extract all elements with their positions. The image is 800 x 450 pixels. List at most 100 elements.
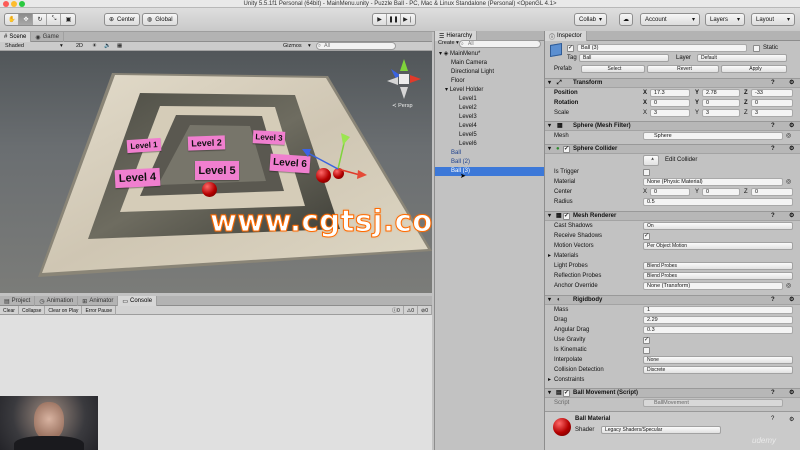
collider-material-field[interactable]: None (Physic Material) xyxy=(643,178,783,186)
gear-icon[interactable]: ⚙ xyxy=(789,79,794,88)
cloud-button[interactable]: ☁ xyxy=(619,13,633,26)
materials-row[interactable]: ▸ Materials xyxy=(545,252,800,261)
angular-drag-field[interactable]: 0.3 xyxy=(643,326,793,334)
center-z-field[interactable]: 0 xyxy=(751,188,793,196)
position-z-field[interactable]: -33 xyxy=(751,89,793,97)
move-handle-gizmo[interactable] xyxy=(0,51,432,293)
hierarchy-scene-root[interactable]: ▾ ◈ MainMenu* xyxy=(435,50,544,59)
help-icon[interactable]: ? xyxy=(771,79,775,88)
prefab-apply-button[interactable]: Apply xyxy=(721,65,787,73)
scene-orientation-gizmo[interactable] xyxy=(383,57,425,109)
step-button[interactable]: ▶❘ xyxy=(401,14,415,25)
cast-shadows-dropdown[interactable]: On xyxy=(643,222,793,230)
hierarchy-item-ball[interactable]: Ball xyxy=(435,149,544,158)
reflection-probes-dropdown[interactable]: Blend Probes xyxy=(643,272,793,280)
pivot-global-toggle[interactable]: ◍ Global xyxy=(142,13,178,26)
mesh-field[interactable]: Sphere xyxy=(643,132,783,140)
hand-tool-button[interactable]: ✋ xyxy=(5,14,20,25)
hierarchy-item-directional-light[interactable]: Directional Light xyxy=(435,68,544,77)
error-pause-button[interactable]: Error Pause xyxy=(82,306,117,315)
gear-icon[interactable]: ⚙ xyxy=(789,416,794,423)
rotation-x-field[interactable]: 0 xyxy=(650,99,690,107)
object-picker-icon[interactable]: ◎ xyxy=(786,282,791,291)
hierarchy-item-level4[interactable]: Level4 xyxy=(435,122,544,131)
light-probes-dropdown[interactable]: Blend Probes xyxy=(643,262,793,270)
tab-console[interactable]: ▭ Console xyxy=(118,296,158,306)
clear-on-play-button[interactable]: Clear on Play xyxy=(45,306,83,315)
gizmo-neg-y-cone[interactable] xyxy=(400,87,408,99)
z-axis-handle[interactable] xyxy=(307,152,339,170)
gear-icon[interactable]: ⚙ xyxy=(789,296,794,305)
error-count-toggle[interactable]: ⊘ 0 xyxy=(418,306,432,315)
2d-toggle[interactable]: 2D xyxy=(76,43,83,49)
warning-count-toggle[interactable]: ⚠ 0 xyxy=(404,306,419,315)
x-axis-handle[interactable] xyxy=(337,168,361,176)
help-icon[interactable]: ? xyxy=(771,416,774,422)
rotation-z-field[interactable]: 0 xyxy=(751,99,793,107)
interpolate-dropdown[interactable]: None xyxy=(643,356,793,364)
center-x-field[interactable]: 0 xyxy=(650,188,690,196)
hierarchy-item-floor[interactable]: Floor xyxy=(435,77,544,86)
radius-field[interactable]: 0.5 xyxy=(643,198,793,206)
gear-icon[interactable]: ⚙ xyxy=(789,145,794,154)
help-icon[interactable]: ? xyxy=(771,122,775,131)
tab-animator[interactable]: ⊞ Animator xyxy=(78,296,119,306)
tag-dropdown[interactable]: Ball xyxy=(579,54,669,62)
rect-tool-button[interactable]: ▣ xyxy=(61,14,75,25)
rigidbody-header[interactable]: ▾ ◐ Rigidbody ? ⚙ xyxy=(545,295,800,305)
static-checkbox[interactable] xyxy=(753,45,760,52)
help-icon[interactable]: ? xyxy=(771,145,775,154)
prefab-select-button[interactable]: Select xyxy=(581,65,645,73)
tab-project[interactable]: ▤ Project xyxy=(0,296,36,306)
scale-y-field[interactable]: 3 xyxy=(702,109,740,117)
collider-enabled-checkbox[interactable]: ✓ xyxy=(563,146,570,153)
move-tool-button[interactable]: ✥ xyxy=(19,14,34,25)
layers-dropdown[interactable]: Layers ▾ xyxy=(705,13,745,26)
z-axis-arrow[interactable] xyxy=(302,149,311,157)
is-kinematic-checkbox[interactable] xyxy=(643,347,650,354)
lighting-toggle-icon[interactable]: ☀ xyxy=(92,43,97,49)
object-picker-icon[interactable]: ◎ xyxy=(786,132,791,141)
hierarchy-item-level-holder[interactable]: ▾ Level Holder xyxy=(435,86,544,95)
gizmo-x-cone[interactable] xyxy=(410,75,421,83)
prefab-revert-button[interactable]: Revert xyxy=(647,65,719,73)
gear-icon[interactable]: ⚙ xyxy=(789,122,794,131)
gear-icon[interactable]: ⚙ xyxy=(789,389,794,398)
hierarchy-item-ball-3[interactable]: Ball (3) xyxy=(435,167,544,176)
rotation-y-field[interactable]: 0 xyxy=(702,99,740,107)
scale-tool-button[interactable]: ⤡ xyxy=(47,14,62,25)
collab-dropdown[interactable]: Collab ▾ xyxy=(574,13,608,26)
motion-vectors-dropdown[interactable]: Per Object Motion xyxy=(643,242,793,250)
is-trigger-checkbox[interactable] xyxy=(643,169,650,176)
hierarchy-search-input[interactable]: ⌕ All xyxy=(459,40,541,48)
anchor-override-field[interactable]: None (Transform) xyxy=(643,282,783,290)
mass-field[interactable]: 1 xyxy=(643,306,793,314)
mesh-renderer-header[interactable]: ▾ ▦ ✓ Mesh Renderer ? ⚙ xyxy=(545,211,800,221)
scene-search-input[interactable]: ⌕ All xyxy=(316,42,396,50)
gizmos-dropdown[interactable]: Gizmos xyxy=(283,43,302,49)
mesh-filter-header[interactable]: ▾ ▦ Sphere (Mesh Filter) ? ⚙ xyxy=(545,121,800,131)
pause-button[interactable]: ❚❚ xyxy=(387,14,401,25)
audio-toggle-icon[interactable]: 🔈 xyxy=(104,43,111,49)
gizmo-z-cone[interactable] xyxy=(391,69,400,79)
help-icon[interactable]: ? xyxy=(771,296,775,305)
active-checkbox[interactable]: ✓ xyxy=(567,45,574,52)
shading-dropdown[interactable]: Shaded xyxy=(5,43,24,49)
rotate-tool-button[interactable]: ↻ xyxy=(33,14,48,25)
tab-game[interactable]: ◉ Game xyxy=(31,32,64,42)
y-axis-arrow[interactable] xyxy=(341,133,350,145)
play-button[interactable]: ▶ xyxy=(373,14,387,25)
layout-dropdown[interactable]: Layout ▾ xyxy=(751,13,795,26)
layer-dropdown[interactable]: Default xyxy=(697,54,787,62)
shader-dropdown[interactable]: Legacy Shaders/Specular xyxy=(601,426,721,434)
position-x-field[interactable]: 17.3 xyxy=(650,89,690,97)
transform-header[interactable]: ▾ ⤢ Transform ? ⚙ xyxy=(545,78,800,88)
receive-shadows-checkbox[interactable]: ✓ xyxy=(643,233,650,240)
effects-toggle-icon[interactable]: ▦ xyxy=(117,43,122,49)
renderer-enabled-checkbox[interactable]: ✓ xyxy=(563,213,570,220)
hierarchy-item-main-camera[interactable]: Main Camera xyxy=(435,59,544,68)
sphere-collider-header[interactable]: ▾ ● ✓ Sphere Collider ? ⚙ xyxy=(545,144,800,154)
scene-viewport[interactable]: Level 1 Level 2 Level 3 Level 4 Level 5 … xyxy=(0,51,432,293)
edit-collider-button[interactable]: ⩓ xyxy=(643,155,659,166)
hierarchy-item-level5[interactable]: Level5 xyxy=(435,131,544,140)
